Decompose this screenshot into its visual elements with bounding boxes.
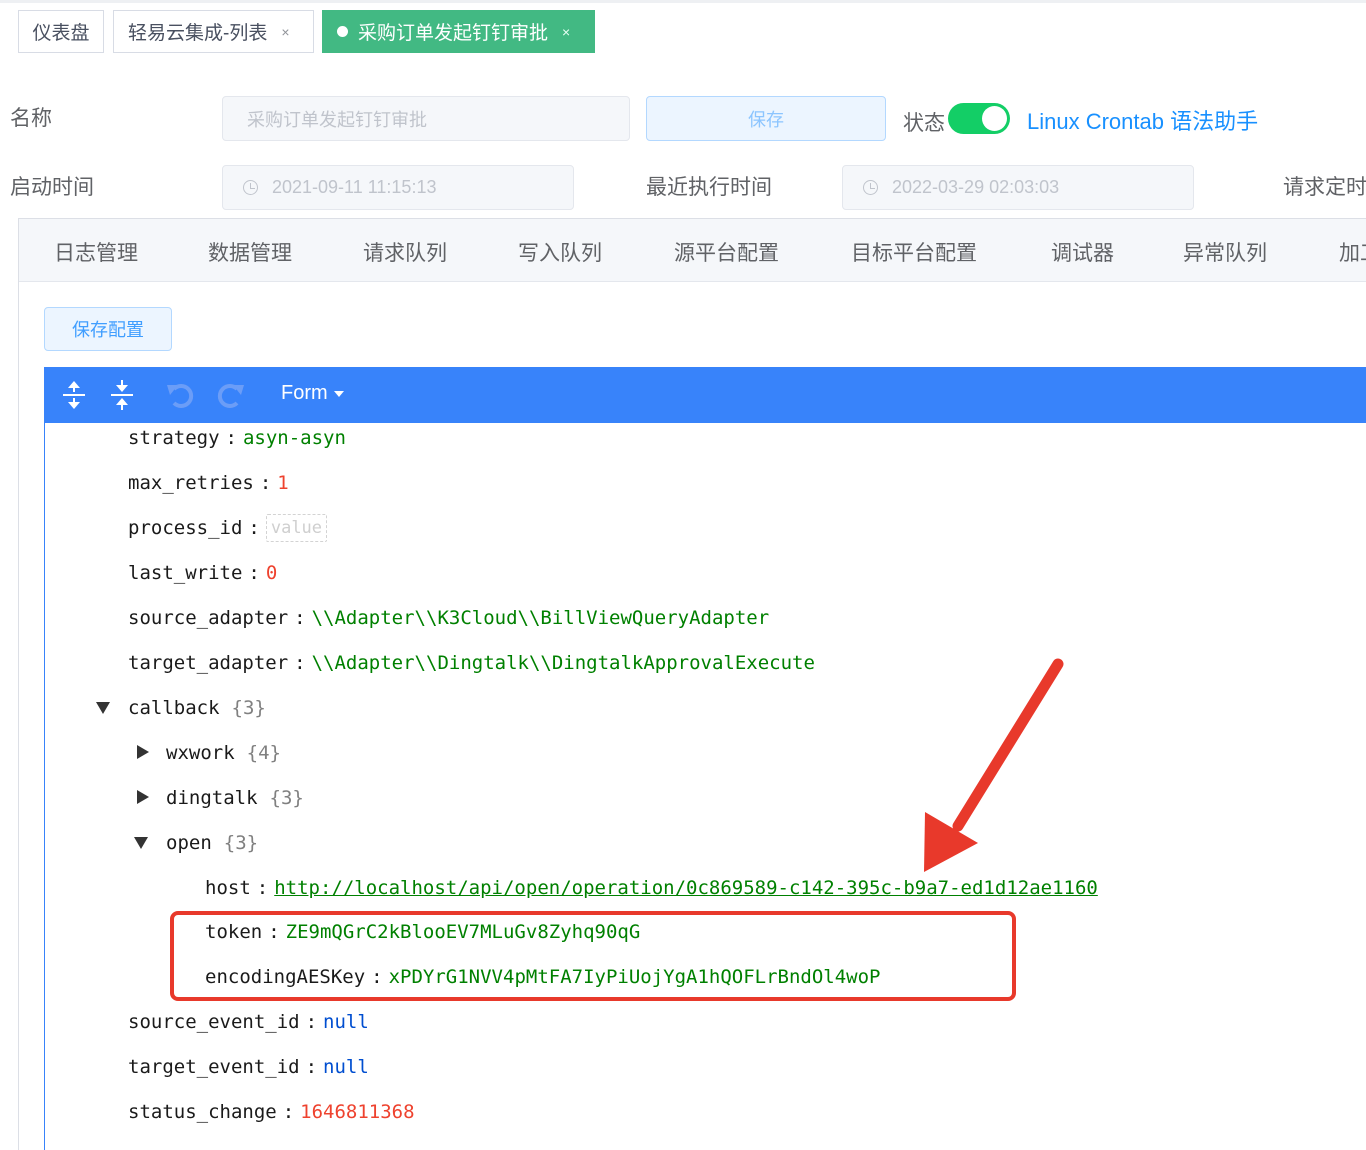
child-count: {3}: [231, 697, 266, 719]
field-key[interactable]: status_change: [128, 1101, 277, 1123]
panel-tab-bar: 日志管理 数据管理 请求队列 写入队列 源平台配置 目标平台配置 调试器 异常队…: [19, 219, 1366, 282]
field-key[interactable]: max_retries: [128, 472, 254, 494]
active-dot-icon: [337, 26, 348, 37]
child-count: {3}: [223, 832, 259, 854]
start-time-input[interactable]: 2021-09-11 11:15:13: [222, 165, 574, 210]
tab-exception-queue[interactable]: 异常队列: [1183, 237, 1267, 267]
tab-data-management[interactable]: 数据管理: [208, 237, 292, 267]
tab-debugger[interactable]: 调试器: [1051, 237, 1114, 267]
expand-arrow-icon[interactable]: [96, 702, 110, 714]
field-key[interactable]: target_adapter: [128, 652, 288, 674]
tab-source-platform-config[interactable]: 源平台配置: [674, 237, 779, 267]
editor-menu-bar: Form: [45, 367, 1366, 423]
tree-row-source-event-id[interactable]: source_event_id: null: [128, 1007, 369, 1037]
name-label: 名称: [10, 107, 52, 130]
tab-integration-list[interactable]: 轻易云集成-列表 ×: [113, 10, 314, 53]
tab-write-queue[interactable]: 写入队列: [518, 237, 602, 267]
tree-row-open[interactable]: open {3}: [166, 828, 258, 858]
mode-dropdown[interactable]: Form: [281, 382, 344, 405]
field-value[interactable]: 1646811368: [300, 1101, 414, 1123]
field-value[interactable]: \\Adapter\\K3Cloud\\BillViewQueryAdapter: [312, 607, 770, 629]
field-key[interactable]: host: [205, 877, 251, 899]
expand-all-icon[interactable]: [58, 379, 90, 411]
tree-row-target-event-id[interactable]: target_event_id: null: [128, 1052, 369, 1082]
field-value[interactable]: null: [323, 1056, 369, 1078]
tree-row-target-adapter[interactable]: target_adapter: \\Adapter\\Dingtalk\\Ding…: [128, 648, 815, 678]
tab-label: 轻易云集成-列表: [128, 23, 268, 44]
status-label: 状态: [903, 112, 945, 135]
tree-row-wxwork[interactable]: wxwork {4}: [166, 738, 281, 768]
close-icon[interactable]: ×: [562, 24, 570, 40]
tree-row-last-write[interactable]: last_write:0: [128, 558, 277, 588]
field-value[interactable]: \\Adapter\\Dingtalk\\DingtalkApprovalExe…: [312, 652, 815, 674]
tab-dashboard[interactable]: 仪表盘: [18, 10, 104, 53]
field-value[interactable]: 0: [266, 562, 277, 584]
start-time-label: 启动时间: [10, 176, 94, 199]
tab-request-queue[interactable]: 请求队列: [363, 237, 447, 267]
field-key[interactable]: source_event_id: [128, 1011, 300, 1033]
tree-row-host[interactable]: host: http://localhost/api/open/operation…: [205, 873, 1098, 903]
close-icon[interactable]: ×: [281, 24, 289, 40]
field-key[interactable]: last_write: [128, 562, 242, 584]
field-value-placeholder[interactable]: value: [265, 514, 328, 542]
tree-row-strategy[interactable]: strategy: asyn-asyn: [128, 423, 346, 453]
chevron-down-icon: [333, 390, 344, 397]
request-timer-label: 请求定时: [1283, 176, 1366, 199]
annotation-highlight-box: [170, 911, 1016, 1001]
clock-icon: [863, 180, 878, 195]
save-button[interactable]: 保存: [646, 96, 886, 141]
last-exec-value: 2022-03-29 02:03:03: [892, 177, 1060, 197]
redo-icon[interactable]: [215, 379, 247, 411]
collapsed-arrow-icon[interactable]: [137, 745, 149, 759]
tree-row-source-adapter[interactable]: source_adapter: \\Adapter\\K3Cloud\\BillV…: [128, 603, 769, 633]
collapsed-arrow-icon[interactable]: [137, 790, 149, 804]
undo-icon[interactable]: [164, 379, 196, 411]
field-key[interactable]: strategy: [128, 427, 220, 449]
field-key[interactable]: source_adapter: [128, 607, 288, 629]
tree-row-max-retries[interactable]: max_retries:1: [128, 468, 289, 498]
tab-purchase-order-approval[interactable]: 采购订单发起钉钉审批 ×: [322, 10, 595, 53]
save-config-button[interactable]: 保存配置: [44, 307, 172, 351]
last-exec-label: 最近执行时间: [646, 176, 772, 199]
tree-row-status-change[interactable]: status_change:1646811368: [128, 1097, 415, 1127]
start-time-value: 2021-09-11 11:15:13: [272, 177, 437, 197]
expand-arrow-icon[interactable]: [134, 837, 148, 849]
tab-label: 采购订单发起钉钉审批: [358, 23, 549, 44]
clock-icon: [243, 180, 258, 195]
tree-row-dingtalk[interactable]: dingtalk {3}: [166, 783, 304, 813]
field-key[interactable]: target_event_id: [128, 1056, 300, 1078]
tree-row-callback[interactable]: callback {3}: [128, 693, 266, 723]
tab-processing[interactable]: 加工: [1339, 237, 1366, 267]
child-count: {4}: [246, 742, 281, 764]
last-exec-input[interactable]: 2022-03-29 02:03:03: [842, 165, 1194, 210]
name-input[interactable]: 采购订单发起钉钉审批: [222, 96, 630, 141]
field-key[interactable]: wxwork: [166, 742, 235, 764]
field-value[interactable]: asyn-asyn: [243, 427, 346, 449]
field-key[interactable]: open: [166, 832, 212, 854]
field-value-link[interactable]: http://localhost/api/open/operation/0c86…: [274, 877, 1098, 899]
name-input-placeholder: 采购订单发起钉钉审批: [247, 109, 427, 130]
field-key[interactable]: callback: [128, 697, 220, 719]
tab-target-platform-config[interactable]: 目标平台配置: [851, 237, 977, 267]
field-key[interactable]: process_id: [128, 517, 242, 539]
tab-label: 仪表盘: [32, 23, 90, 44]
status-toggle[interactable]: [948, 103, 1010, 134]
field-key[interactable]: dingtalk: [166, 787, 258, 809]
tab-bar: 仪表盘 轻易云集成-列表 × 采购订单发起钉钉审批 ×: [0, 0, 1366, 56]
collapse-all-icon[interactable]: [106, 379, 138, 411]
child-count: {3}: [269, 787, 304, 809]
tree-row-process-id[interactable]: process_id: value: [128, 513, 328, 543]
tab-log-management[interactable]: 日志管理: [54, 237, 138, 267]
field-value[interactable]: 1: [277, 472, 288, 494]
field-value[interactable]: null: [323, 1011, 369, 1033]
crontab-helper-link[interactable]: Linux Crontab 语法助手: [1027, 104, 1258, 136]
mode-label: Form: [281, 382, 328, 404]
